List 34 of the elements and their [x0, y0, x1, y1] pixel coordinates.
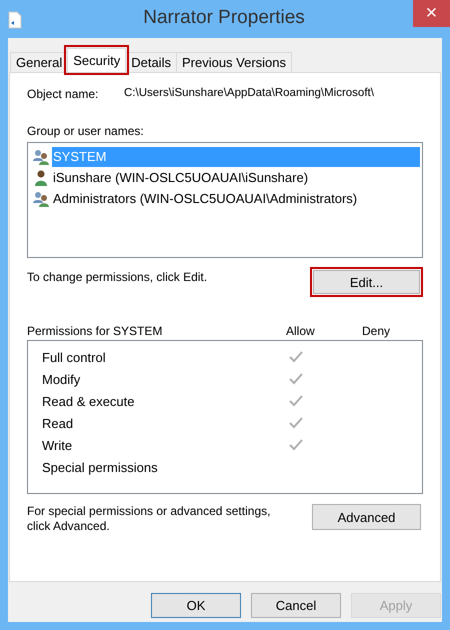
edit-button[interactable]: Edit...	[313, 270, 420, 294]
dialog-button[interactable]: Cancel	[251, 593, 341, 618]
tab[interactable]: General	[10, 52, 68, 72]
checkmark-icon	[289, 351, 303, 363]
tab[interactable]: Previous Versions	[176, 52, 292, 72]
permission-name: Special permissions	[42, 460, 159, 474]
object-name-label: Object name:	[27, 87, 100, 101]
user-icon	[32, 168, 50, 186]
object-name-value: C:\Users\iSunshare\AppData\Roaming\Microsoft\	[124, 87, 374, 101]
checkmark-icon	[289, 417, 303, 429]
checkmark-icon	[289, 395, 303, 407]
document-icon	[8, 11, 22, 29]
dialog-button[interactable]: OK	[151, 593, 241, 618]
permission-name: Read & execute	[42, 394, 136, 408]
window-title: Narrator Properties	[142, 7, 306, 29]
permissions-label: Permissions for SYSTEM	[27, 324, 164, 338]
group-names-label: Group or user names:	[27, 124, 145, 138]
deny-header: Deny	[362, 324, 390, 338]
close-button[interactable]: ×	[413, 0, 450, 27]
permission-name: Modify	[42, 372, 82, 386]
advanced-button[interactable]: Advanced	[312, 504, 421, 530]
change-permissions-hint: To change permissions, click Edit.	[27, 270, 208, 284]
checkmark-icon	[289, 439, 303, 451]
permission-name: Write	[42, 438, 74, 452]
advanced-hint: For special permissions or advanced settings, click Advanced.	[27, 504, 272, 534]
user-group-icon	[32, 190, 50, 208]
tab[interactable]: Security	[67, 48, 126, 72]
permission-name: Read	[42, 416, 74, 430]
allow-header: Allow	[286, 324, 316, 338]
user-list-item[interactable]: Administrators (WIN-OSLC5UOAUAI\Administrators)	[52, 188, 420, 208]
checkmark-icon	[289, 373, 303, 385]
user-list-item[interactable]: iSunshare (WIN-OSLC5UOAUAI\iSunshare)	[52, 168, 420, 188]
user-group-icon	[32, 148, 50, 166]
permission-name: Full control	[42, 350, 107, 364]
